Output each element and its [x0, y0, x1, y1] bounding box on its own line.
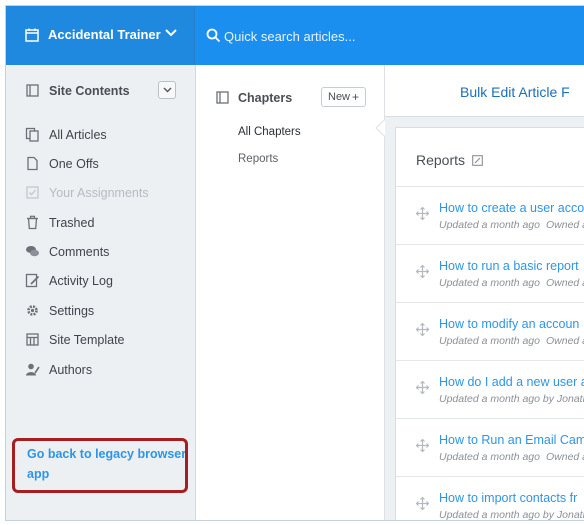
calendar-icon: [25, 28, 39, 42]
document-icon: [27, 156, 38, 171]
reports-card: Reports How to create a user acco Update…: [395, 127, 584, 521]
checkbox-icon: [26, 186, 39, 199]
book-icon: [216, 91, 229, 104]
article-updated: Updated a month ago by Jonath: [439, 393, 584, 405]
sidebar-item-all-articles[interactable]: All Articles: [6, 123, 196, 149]
sidebar: Site Contents All Articles One Offs Your…: [6, 65, 196, 520]
search-input[interactable]: [224, 25, 524, 47]
site-contents-dropdown[interactable]: [158, 81, 176, 99]
copy-icon: [25, 127, 39, 142]
app-window: Accidental Trainer Site Contents: [5, 5, 584, 521]
article-list: How to create a user acco Updated a mont…: [396, 186, 584, 521]
sidebar-title: Site Contents: [49, 84, 130, 98]
article-meta: Updated a month ago by Jonath: [439, 393, 584, 405]
section-title: Reports: [416, 152, 466, 168]
article-owner: Owned a: [546, 451, 584, 463]
article-meta: Updated a month ago by Jonath: [439, 509, 584, 521]
plus-icon: +: [351, 90, 359, 104]
sidebar-item-label: One Offs: [49, 157, 99, 171]
chevron-down-icon: [163, 87, 172, 93]
chapter-item-all-chapters[interactable]: All Chapters: [238, 126, 301, 138]
article-title[interactable]: How to modify an accoun: [439, 317, 579, 331]
article-title[interactable]: How to run a basic report: [439, 259, 579, 273]
move-icon[interactable]: [416, 265, 429, 278]
sidebar-item-trashed[interactable]: Trashed: [6, 211, 196, 237]
article-title[interactable]: How to Run an Email Cam: [439, 433, 584, 447]
article-row[interactable]: How to run a basic report Updated a mont…: [396, 244, 584, 302]
legacy-browser-link[interactable]: Go back to legacy browser app: [27, 444, 187, 484]
edit-icon[interactable]: [472, 155, 483, 166]
article-owner: Owned a: [546, 335, 584, 347]
sidebar-item-label: All Articles: [49, 128, 107, 142]
move-icon[interactable]: [416, 381, 429, 394]
article-row[interactable]: How do I add a new user a Updated a mont…: [396, 360, 584, 418]
main-header: Bulk Edit Article F: [385, 65, 584, 117]
article-meta: Updated a month ago Owned a: [439, 451, 584, 463]
bulk-edit-link[interactable]: Bulk Edit Article F: [460, 84, 570, 100]
sidebar-item-site-template[interactable]: Site Template: [6, 328, 196, 354]
template-icon: [26, 333, 39, 346]
move-icon[interactable]: [416, 439, 429, 452]
article-updated: Updated a month ago: [439, 219, 540, 231]
article-updated: Updated a month ago: [439, 451, 540, 463]
sidebar-item-label: Authors: [49, 363, 93, 377]
sidebar-item-one-offs[interactable]: One Offs: [6, 152, 196, 178]
search-icon: [206, 28, 221, 43]
article-updated: Updated a month ago: [439, 277, 540, 289]
book-icon: [26, 84, 39, 97]
article-updated: Updated a month ago: [439, 335, 540, 347]
author-icon: [26, 363, 40, 376]
site-name: Accidental Trainer: [48, 27, 161, 42]
article-updated: Updated a month ago by Jonath: [439, 509, 584, 521]
sidebar-item-label: Comments: [49, 245, 110, 259]
article-title[interactable]: How to create a user acco: [439, 201, 584, 215]
comments-icon: [26, 246, 39, 257]
chevron-down-icon: [165, 29, 177, 37]
chapters-title: Chapters: [238, 91, 293, 105]
sidebar-item-your-assignments: Your Assignments: [6, 181, 196, 207]
article-meta: Updated a month ago Owned a: [439, 277, 584, 289]
article-row[interactable]: How to modify an accoun Updated a month …: [396, 302, 584, 360]
article-title[interactable]: How to import contacts fr: [439, 491, 577, 505]
article-owner: Owned a: [546, 277, 584, 289]
sidebar-item-settings[interactable]: Settings: [6, 299, 196, 325]
sidebar-item-label: Settings: [49, 304, 95, 318]
sidebar-item-label: Trashed: [49, 216, 95, 230]
search-bar: [195, 6, 584, 65]
sidebar-item-comments[interactable]: Comments: [6, 240, 196, 266]
chapters-panel: Chapters New + All Chapters Reports: [196, 65, 385, 520]
gear-icon: [27, 305, 38, 316]
move-icon[interactable]: [416, 207, 429, 220]
sidebar-item-label: Site Template: [49, 333, 125, 347]
article-meta: Updated a month ago Owned a: [439, 335, 584, 347]
activity-icon: [25, 273, 40, 288]
sidebar-item-activity-log[interactable]: Activity Log: [6, 269, 196, 295]
sidebar-header: Site Contents: [6, 79, 196, 103]
chapter-item-reports[interactable]: Reports: [238, 153, 278, 165]
article-row[interactable]: How to Run an Email Cam Updated a month …: [396, 418, 584, 476]
site-switcher[interactable]: Accidental Trainer: [6, 6, 195, 65]
top-bar: Accidental Trainer: [6, 6, 584, 65]
sidebar-item-label: Activity Log: [49, 274, 113, 288]
new-button-label: New: [328, 91, 351, 103]
article-row[interactable]: How to create a user acco Updated a mont…: [396, 186, 584, 244]
new-chapter-button[interactable]: New +: [321, 87, 366, 107]
sidebar-item-label: Your Assignments: [49, 186, 149, 200]
sidebar-item-authors[interactable]: Authors: [6, 358, 196, 384]
article-title[interactable]: How do I add a new user a: [439, 375, 584, 389]
move-icon[interactable]: [416, 497, 429, 510]
article-meta: Updated a month ago Owned a: [439, 219, 584, 231]
article-row[interactable]: How to import contacts fr Updated a mont…: [396, 476, 584, 521]
trash-icon: [27, 215, 38, 230]
move-icon[interactable]: [416, 323, 429, 336]
article-owner: Owned a: [546, 219, 584, 231]
main-content: Bulk Edit Article F Reports How to creat…: [385, 65, 584, 521]
